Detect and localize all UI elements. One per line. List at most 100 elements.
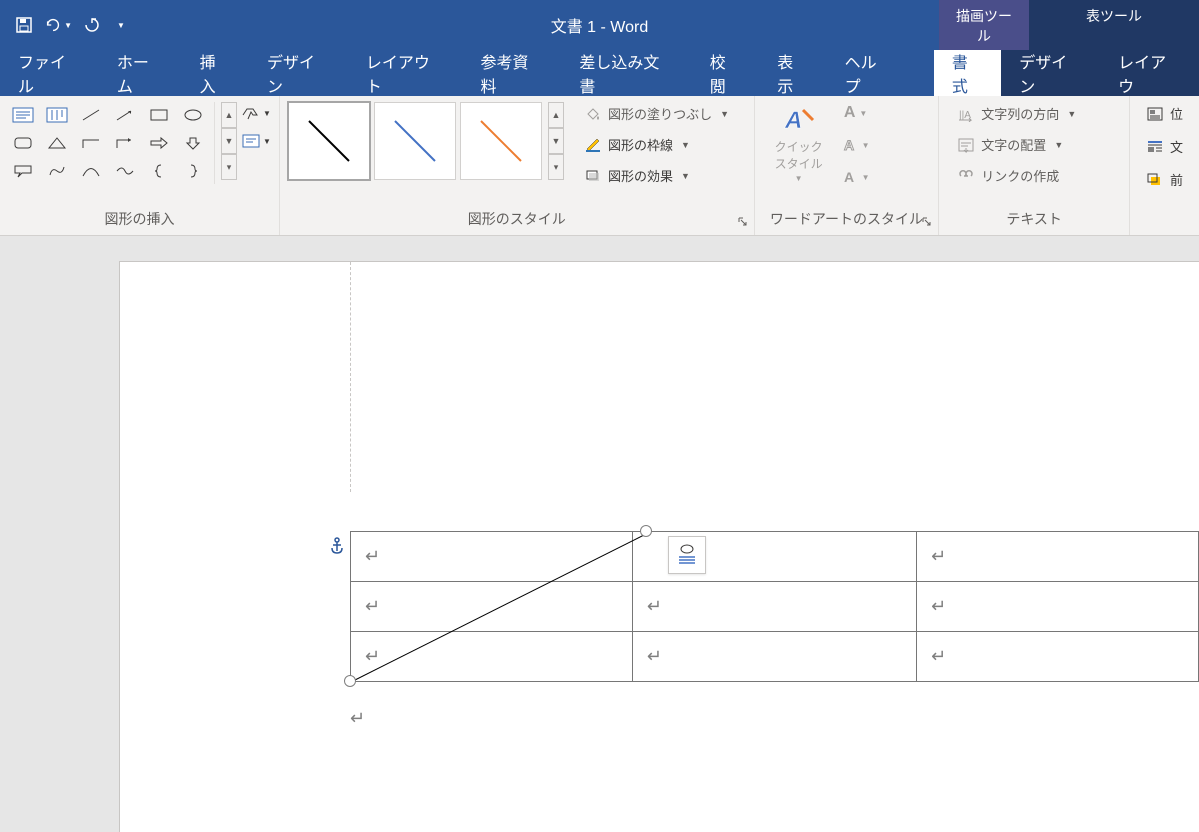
- shape-arrow-line[interactable]: [110, 102, 140, 128]
- selection-handle-start[interactable]: [344, 675, 356, 687]
- shape-brace-left[interactable]: [144, 158, 174, 184]
- shape-elbow[interactable]: [76, 130, 106, 156]
- shape-rectangle[interactable]: [144, 102, 174, 128]
- tab-table-layout[interactable]: レイアウ: [1100, 50, 1199, 96]
- wrap-text-button[interactable]: 文: [1142, 135, 1187, 158]
- qat-customize-button[interactable]: ▼: [112, 11, 130, 39]
- tab-references[interactable]: 参考資料: [463, 50, 562, 96]
- shape-down-arrow[interactable]: [178, 130, 208, 156]
- table[interactable]: ↵ ↵ ↵ ↵ ↵ ↵ ↵ ↵ ↵: [350, 531, 1199, 682]
- undo-button[interactable]: ▼: [44, 11, 72, 39]
- save-icon: [15, 16, 33, 34]
- shape-effects-button[interactable]: 図形の効果 ▼: [580, 164, 733, 187]
- group-insert-shapes: ▲ ▼ ▾ ▼ ▼ 図形の挿入: [0, 96, 280, 235]
- shape-brace-right[interactable]: [178, 158, 208, 184]
- position-label: 位: [1170, 104, 1183, 123]
- table-cell[interactable]: ↵: [351, 582, 633, 632]
- table-cell[interactable]: ↵: [917, 582, 1199, 632]
- paragraph-mark-icon: ↵: [931, 546, 946, 566]
- shape-line[interactable]: [76, 102, 106, 128]
- quick-styles-label: クイック スタイル: [775, 138, 823, 172]
- wordart-styles-dialog-launcher[interactable]: [920, 215, 934, 229]
- style-orange-line[interactable]: [460, 102, 542, 180]
- table-cell[interactable]: ↵: [917, 632, 1199, 682]
- wrap-text-icon: [1146, 139, 1164, 155]
- document-canvas[interactable]: ↵ ↵ ↵ ↵ ↵ ↵ ↵ ↵ ↵ ↵: [0, 236, 1199, 832]
- quick-access-toolbar: ▼ ▼: [0, 0, 140, 50]
- tab-file[interactable]: ファイル: [0, 50, 99, 96]
- shape-styles-dialog-launcher[interactable]: [736, 215, 750, 229]
- text-fill-button[interactable]: A▼: [839, 102, 873, 124]
- redo-button[interactable]: [78, 11, 106, 39]
- shape-gallery[interactable]: [8, 102, 215, 184]
- object-anchor-icon: [329, 536, 345, 557]
- table-cell[interactable]: ↵: [632, 582, 916, 632]
- shape-gallery-down[interactable]: ▼: [221, 128, 237, 154]
- tab-design[interactable]: デザイン: [249, 50, 348, 96]
- style-blue-line[interactable]: [374, 102, 456, 180]
- bring-forward-icon: [1146, 172, 1164, 188]
- table-row[interactable]: ↵ ↵ ↵: [351, 632, 1199, 682]
- align-text-button[interactable]: 文字の配置 ▼: [953, 133, 1080, 156]
- selection-handle-end[interactable]: [640, 525, 652, 537]
- drawing-tools-label: 描画ツール: [939, 0, 1029, 46]
- table-cell[interactable]: ↵: [632, 632, 916, 682]
- tab-help[interactable]: ヘルプ: [827, 50, 910, 96]
- paragraph-mark-icon: ↵: [365, 646, 380, 666]
- text-direction-button[interactable]: ||A 文字列の方向 ▼: [953, 102, 1080, 125]
- table-cell[interactable]: ↵: [351, 632, 633, 682]
- tab-mailings[interactable]: 差し込み文書: [561, 50, 691, 96]
- shape-rounded-rect[interactable]: [8, 130, 38, 156]
- shape-outline-button[interactable]: 図形の枠線 ▼: [580, 133, 733, 156]
- shape-arc[interactable]: [76, 158, 106, 184]
- tab-home[interactable]: ホーム: [99, 50, 182, 96]
- paragraph-mark-icon: ↵: [350, 708, 365, 728]
- layout-options-button[interactable]: [668, 536, 706, 574]
- title-bar: ▼ ▼ 文書 1 - Word 描画ツール 表ツール: [0, 0, 1199, 50]
- svg-text:||A: ||A: [959, 110, 971, 121]
- draw-textbox-button[interactable]: ▼: [239, 130, 273, 152]
- tab-view[interactable]: 表示: [759, 50, 826, 96]
- shape-elbow-arrow[interactable]: [110, 130, 140, 156]
- style-gallery-up[interactable]: ▲: [548, 102, 564, 128]
- table-row[interactable]: ↵ ↵ ↵: [351, 532, 1199, 582]
- create-link-button[interactable]: リンクの作成: [953, 164, 1080, 187]
- style-gallery-more[interactable]: ▾: [548, 154, 564, 180]
- shape-gallery-up[interactable]: ▲: [221, 102, 237, 128]
- tab-format[interactable]: 書式: [934, 50, 1001, 96]
- table-row[interactable]: ↵ ↵ ↵: [351, 582, 1199, 632]
- style-gallery-down[interactable]: ▼: [548, 128, 564, 154]
- tab-insert[interactable]: 挿入: [182, 50, 249, 96]
- textbox-icon: [241, 133, 261, 149]
- tab-table-design[interactable]: デザイン: [1001, 50, 1100, 96]
- edit-shape-button[interactable]: ▼: [239, 102, 273, 124]
- text-effects-button[interactable]: A▼: [839, 166, 873, 188]
- table-cell[interactable]: ↵: [351, 532, 633, 582]
- bring-forward-button[interactable]: 前: [1142, 168, 1187, 191]
- save-button[interactable]: [10, 11, 38, 39]
- shape-fill-button[interactable]: 図形の塗りつぶし ▼: [580, 102, 733, 125]
- tab-layout[interactable]: レイアウト: [348, 50, 463, 96]
- quick-styles-button[interactable]: A クイック スタイル ▼: [769, 102, 829, 187]
- paragraph-after-table[interactable]: ↵: [350, 708, 365, 729]
- shape-triangle[interactable]: [42, 130, 72, 156]
- paragraph-mark-icon: ↵: [365, 596, 380, 616]
- text-outline-button[interactable]: A▼: [839, 134, 873, 156]
- table-cell[interactable]: ↵: [917, 532, 1199, 582]
- text-effects-icon: A: [842, 169, 858, 185]
- shape-textbox-h[interactable]: [8, 102, 38, 128]
- shape-textbox-v[interactable]: [42, 102, 72, 128]
- shape-oval[interactable]: [178, 102, 208, 128]
- shape-style-gallery[interactable]: ▲ ▼ ▾: [288, 102, 570, 180]
- text-direction-label: 文字列の方向: [981, 104, 1059, 123]
- style-black-line[interactable]: [288, 102, 370, 180]
- tab-review[interactable]: 校閲: [692, 50, 759, 96]
- shape-freeform[interactable]: [42, 158, 72, 184]
- position-button[interactable]: 位: [1142, 102, 1187, 125]
- group-label-wordart-styles: ワードアートのスタイル: [763, 207, 931, 233]
- shape-block-arrow[interactable]: [144, 130, 174, 156]
- shape-curve[interactable]: [110, 158, 140, 184]
- shape-gallery-more[interactable]: ▾: [221, 154, 237, 180]
- paragraph-mark-icon: ↵: [931, 646, 946, 666]
- shape-callout[interactable]: [8, 158, 38, 184]
